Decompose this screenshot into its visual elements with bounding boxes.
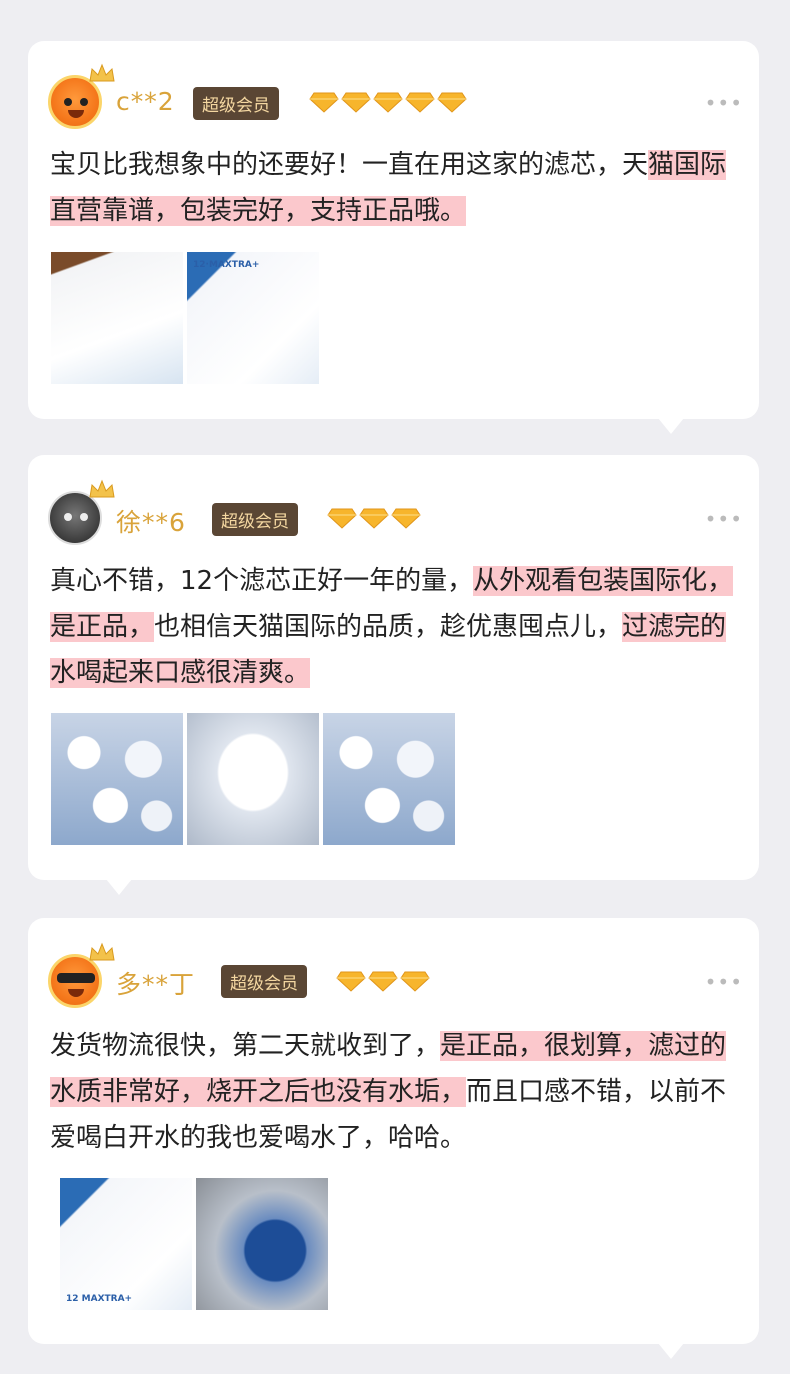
crown-icon — [89, 63, 115, 82]
diamond-icon — [437, 92, 467, 113]
review-text-part: 真心不错，12个滤芯正好一年的量， — [50, 566, 474, 596]
review-photos: 12 MAXTRA+ — [60, 1178, 328, 1310]
more-options-icon[interactable]: ••• — [705, 507, 743, 531]
review-photos: 12·MAXTRA+ — [51, 252, 319, 384]
diamond-icon — [327, 508, 357, 529]
more-options-icon[interactable]: ••• — [705, 91, 743, 115]
review-card: 多**丁 超级会员 ••• 发货物流很快，第二天就收到了，是正品，很划算，滤过的… — [28, 918, 759, 1359]
vip-badge: 超级会员 — [221, 965, 307, 998]
diamond-icon — [368, 971, 398, 992]
review-photo[interactable] — [323, 713, 455, 845]
review-text-part: 发货物流很快，第二天就收到了， — [50, 1031, 441, 1061]
review-photo[interactable] — [51, 713, 183, 845]
diamond-icon — [405, 92, 435, 113]
diamond-icon — [336, 971, 366, 992]
diamond-icon — [341, 92, 371, 113]
review-photos — [51, 713, 455, 845]
card-tail — [658, 1343, 684, 1359]
crown-icon — [89, 479, 115, 498]
avatar[interactable] — [48, 942, 115, 1008]
more-options-icon[interactable]: ••• — [705, 970, 743, 994]
vip-badge: 超级会员 — [193, 87, 279, 120]
review-photo[interactable] — [51, 252, 183, 384]
level-diamonds — [336, 970, 430, 992]
level-diamonds — [309, 91, 467, 113]
avatar[interactable] — [48, 479, 115, 545]
review-text: 真心不错，12个滤芯正好一年的量，从外观看包装国际化，是正品，也相信天猫国际的品… — [50, 558, 743, 696]
diamond-icon — [400, 971, 430, 992]
avatar[interactable] — [48, 63, 115, 129]
review-card: c**2 超级会员 ••• 宝贝比我想象中的还要好！一直在用这家的滤芯，天猫国际… — [28, 41, 759, 434]
review-card: 徐**6 超级会员 ••• 真心不错，12个滤芯正好一年的量，从外观看包装国际化… — [28, 455, 759, 895]
card-tail — [106, 879, 132, 895]
review-photo[interactable]: 12·MAXTRA+ — [187, 252, 319, 384]
review-photo[interactable] — [196, 1178, 328, 1310]
review-text: 发货物流很快，第二天就收到了，是正品，很划算，滤过的水质非常好，烧开之后也没有水… — [50, 1023, 743, 1161]
reviewer-name[interactable]: 徐**6 — [116, 503, 186, 539]
review-photo[interactable] — [187, 713, 319, 845]
review-text-part: 也相信天猫国际的品质，趁优惠囤点儿， — [154, 612, 623, 642]
review-text: 宝贝比我想象中的还要好！一直在用这家的滤芯，天猫国际直营靠谱，包装完好，支持正品… — [50, 142, 743, 234]
card-tail — [658, 418, 684, 434]
diamond-icon — [391, 508, 421, 529]
diamond-icon — [373, 92, 403, 113]
reviewer-name[interactable]: c**2 — [116, 87, 175, 116]
crown-icon — [89, 942, 115, 961]
diamond-icon — [309, 92, 339, 113]
review-text-part: 宝贝比我想象中的还要好！一直在用这家的滤芯，天 — [50, 150, 649, 180]
diamond-icon — [359, 508, 389, 529]
level-diamonds — [327, 507, 421, 529]
vip-badge: 超级会员 — [212, 503, 298, 536]
review-photo[interactable]: 12 MAXTRA+ — [60, 1178, 192, 1310]
reviewer-name[interactable]: 多**丁 — [116, 965, 195, 1001]
